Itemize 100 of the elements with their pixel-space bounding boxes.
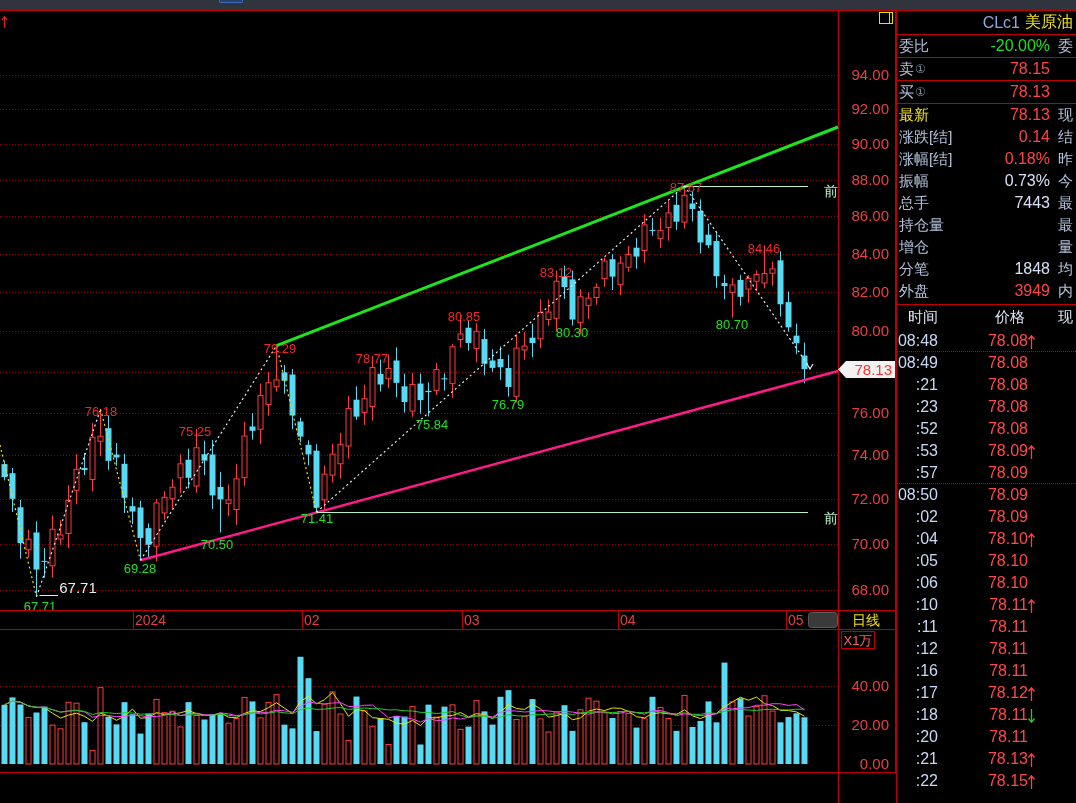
level-number: ① (915, 62, 926, 76)
column-label: 量 (1057, 237, 1074, 257)
price-axis-label: 94.00 (851, 66, 889, 83)
trade-time: :04 (914, 529, 939, 548)
trade-price: 78.08 (986, 397, 1028, 416)
trade-time: :16 (914, 661, 939, 680)
column-label: 内 (1057, 281, 1074, 301)
reference-label: 前 (824, 183, 838, 199)
quote-label: 总手 (899, 193, 929, 213)
price-axis-label: 82.00 (851, 283, 889, 301)
low-price-label: 76.79 (491, 397, 525, 412)
quote-label: 卖 (899, 59, 914, 79)
volume-unit-label: X1万 (841, 631, 875, 649)
price-axis-label: 86.00 (851, 207, 889, 225)
trade-price: 78.11 (988, 617, 1028, 636)
trade-time: :20 (914, 727, 939, 746)
quote-value: 0.73% (1003, 172, 1050, 190)
price-axis-label: 92.00 (851, 100, 889, 118)
period-label[interactable]: 日线 (852, 612, 880, 628)
trade-price: 78.13 (986, 749, 1028, 768)
trade-time: :05 (914, 551, 939, 570)
price-axis-label: 80.00 (851, 322, 889, 340)
volume-axis-label: 20.00 (851, 716, 889, 733)
price-axis-label: 70.00 (851, 534, 889, 552)
trade-time: :21 (914, 749, 939, 768)
trade-price: 78.11 (988, 595, 1028, 614)
price-axis-label: 74.00 (851, 446, 889, 464)
high-price-label: 78.77 (355, 351, 389, 366)
quote-label: 最新 (899, 105, 929, 125)
low-price-label: 80.70 (715, 317, 749, 332)
quote-label: 分笔 (899, 259, 929, 279)
trade-price: 78.11 (988, 661, 1028, 680)
trade-time: :53 (914, 441, 939, 460)
trade-price: 78.09 (986, 463, 1028, 482)
trade-price: 78.11 (988, 705, 1028, 724)
trade-time: :02 (914, 507, 939, 526)
quote-value: 78.13 (1008, 106, 1050, 124)
quote-value: 3949 (1013, 282, 1050, 300)
trade-price: 78.08 (986, 375, 1028, 394)
trade-price: 78.10 (986, 529, 1028, 548)
column-label: 现 (1057, 105, 1074, 125)
column-header: 时间 (907, 307, 939, 327)
high-price-label: 80.85 (447, 309, 481, 324)
trade-time: :17 (914, 683, 939, 702)
low-price-label: 75.84 (415, 417, 449, 432)
price-axis-label: 76.00 (851, 404, 889, 422)
date-axis-label: 04 (620, 612, 636, 628)
low-price-label: 80.30 (555, 325, 589, 340)
trade-price: 78.10 (986, 551, 1028, 570)
price-axis-label: 68.00 (851, 581, 889, 598)
high-price-label: 76.18 (84, 404, 118, 419)
trade-time: :06 (914, 573, 939, 592)
trade-time: :21 (914, 375, 939, 394)
column-label: 委 (1057, 36, 1074, 56)
column-label: 均 (1057, 259, 1074, 279)
low-price-label: 69.28 (123, 561, 157, 576)
quote-value: 1848 (1013, 260, 1050, 278)
column-label: 结 (1057, 127, 1074, 147)
volume-axis-label: 40.00 (851, 677, 889, 694)
price-axis-label: 90.00 (851, 135, 889, 153)
trade-time: :18 (914, 705, 939, 724)
blank-button[interactable] (808, 612, 838, 628)
instrument-name: 美原油 (1025, 12, 1073, 32)
quote-value: -20.00% (989, 37, 1050, 55)
column-label: 昨 (1057, 149, 1074, 169)
low-price-label: 71.41 (300, 511, 334, 526)
trade-price: 78.09 (986, 485, 1028, 504)
quote-label: 持仓量 (899, 215, 944, 235)
trade-time: 08:49 (897, 353, 939, 372)
quote-value: 0.18% (1003, 150, 1050, 168)
trade-time: :22 (914, 771, 939, 790)
up-arrow-icon (1, 15, 8, 29)
trade-time: :11 (915, 617, 939, 636)
symbol-code: CLc1 (982, 13, 1020, 32)
price-axis-label: 88.00 (851, 170, 889, 188)
quote-label: 委比 (899, 36, 929, 56)
quote-label: 振幅 (899, 171, 929, 191)
toolbar-tab[interactable] (219, 0, 243, 3)
trade-time: :23 (914, 397, 939, 416)
column-header: 价格 (994, 307, 1026, 327)
trade-time: :57 (914, 463, 939, 482)
quote-label: 涨幅[结] (899, 149, 953, 169)
price-axis-label: 84.00 (851, 244, 889, 262)
date-axis-label: 03 (464, 612, 480, 628)
panel-icon[interactable] (879, 12, 893, 24)
date-axis-label: 05 (788, 612, 804, 628)
low-price-note: 67.71 (59, 579, 97, 596)
trade-price: 78.11 (988, 727, 1028, 746)
trade-time: :52 (914, 419, 939, 438)
trade-price: 78.08 (986, 331, 1028, 350)
column-header: 现 (1057, 307, 1074, 327)
date-axis-label: 02 (304, 612, 320, 628)
volume-axis-label: 0.00 (859, 755, 889, 772)
quote-label: 增仓 (899, 237, 929, 257)
trade-price: 78.12 (986, 683, 1028, 702)
trade-time: 08:48 (897, 331, 939, 350)
trade-time: :12 (914, 639, 939, 658)
column-label: 最 (1057, 215, 1074, 235)
trade-price: 78.10 (986, 573, 1028, 592)
quote-value: 78.15 (1008, 60, 1050, 78)
